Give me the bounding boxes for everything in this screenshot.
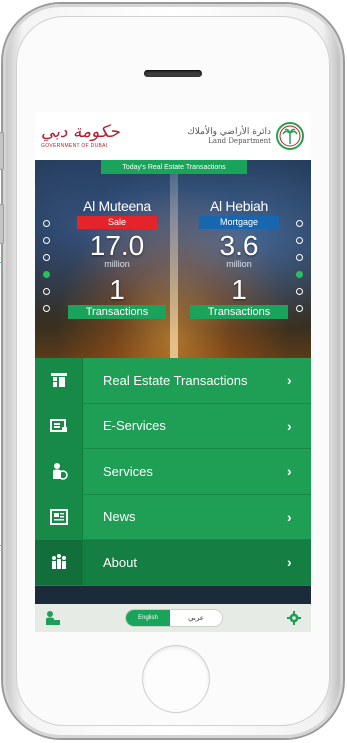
menu-item-news[interactable]: News › [35, 494, 311, 540]
carousel-dots-right [296, 220, 304, 312]
news-icon [49, 508, 68, 525]
carousel-dot[interactable] [43, 288, 50, 295]
area-name: Al Hebiah [209, 198, 268, 214]
menu-item-services[interactable]: Services › [35, 449, 311, 495]
menu-item-real-estate-transactions[interactable]: Real Estate Transactions › [35, 358, 311, 404]
menu-item-label: About [103, 554, 137, 570]
chevron-right-icon: › [287, 554, 292, 571]
carousel-dots-left [43, 220, 51, 312]
transaction-type-badge: Mortgage [199, 216, 279, 229]
bottom-bar: English عربي [35, 604, 311, 632]
transaction-type-badge: Sale [77, 216, 157, 229]
mute-switch [0, 132, 4, 170]
palm-emblem-icon [276, 122, 304, 150]
burj-tower-graphic [170, 160, 178, 358]
gov-logo-subtitle: GOVERNMENT OF DUBAI [41, 143, 108, 149]
government-of-dubai-logo: حكومة دبي GOVERNMENT OF DUBAI [41, 123, 120, 149]
carousel-dot[interactable] [296, 305, 303, 312]
carousel-dot[interactable] [296, 237, 303, 244]
app-header: حكومة دبي GOVERNMENT OF DUBAI دائرة الأر… [35, 112, 311, 160]
menu-item-label: Real Estate Transactions [103, 372, 248, 388]
carousel-dot[interactable] [296, 288, 303, 295]
menu-item-e-services[interactable]: E-Services › [35, 403, 311, 449]
carousel-dot[interactable] [43, 237, 50, 244]
sale-panel[interactable]: Al Muteena Sale 17.0 million 1 Transacti… [65, 198, 169, 319]
carousel-dot[interactable] [296, 254, 303, 261]
transaction-count: 1 [231, 274, 247, 305]
home-button[interactable] [143, 646, 209, 712]
chevron-right-icon: › [287, 417, 292, 434]
mortgage-panel[interactable]: Al Hebiah Mortgage 3.6 million 1 Transac… [187, 198, 291, 319]
transaction-value: 17.0 [89, 230, 145, 261]
land-department-logo: دائرة الأراضي والأملاك Land Department [187, 121, 305, 151]
language-toggle[interactable]: English عربي [126, 610, 222, 626]
language-arabic-option[interactable]: عربي [170, 610, 222, 626]
services-icon [52, 463, 68, 480]
about-icon [51, 554, 66, 570]
transactions-icon [50, 373, 67, 388]
main-menu: Real Estate Transactions › E-Services › [35, 358, 311, 604]
carousel-dot[interactable] [296, 220, 303, 227]
area-name: Al Muteena [83, 198, 151, 214]
home-person-icon[interactable] [45, 610, 61, 626]
ldd-arabic-name: دائرة الأراضي والأملاك [187, 127, 271, 137]
chevron-right-icon: › [287, 508, 292, 525]
carousel-dot-active[interactable] [43, 271, 50, 278]
value-unit: million [226, 259, 252, 269]
volume-up-button [0, 204, 4, 244]
todays-transactions-banner: Today's Real Estate Transactions [101, 160, 247, 174]
transactions-label: Transactions [190, 305, 288, 319]
carousel-dot[interactable] [43, 254, 50, 261]
menu-item-label: E-Services [103, 418, 166, 434]
transaction-value: 3.6 [219, 230, 259, 261]
transaction-count: 1 [109, 274, 125, 305]
menu-item-about[interactable]: About › [35, 540, 311, 586]
carousel-dot-active[interactable] [296, 271, 303, 278]
chevron-right-icon: › [287, 372, 292, 389]
language-english-option[interactable]: English [126, 610, 170, 626]
value-unit: million [104, 259, 130, 269]
phone-speaker [144, 70, 202, 77]
gear-icon[interactable] [287, 611, 301, 625]
gov-logo-script: حكومة دبي [41, 122, 120, 142]
app-screen: حكومة دبي GOVERNMENT OF DUBAI دائرة الأر… [35, 112, 311, 632]
menu-item-label: News [103, 509, 136, 525]
menu-item-label: Services [103, 463, 153, 479]
carousel-dot[interactable] [43, 305, 50, 312]
transactions-hero[interactable]: Today's Real Estate Transactions Al Mute… [35, 160, 311, 358]
ldd-english-name: Land Department [208, 137, 271, 145]
transactions-label: Transactions [68, 305, 166, 319]
chevron-right-icon: › [287, 463, 292, 480]
carousel-dot[interactable] [43, 220, 50, 227]
eservices-icon [49, 418, 67, 432]
